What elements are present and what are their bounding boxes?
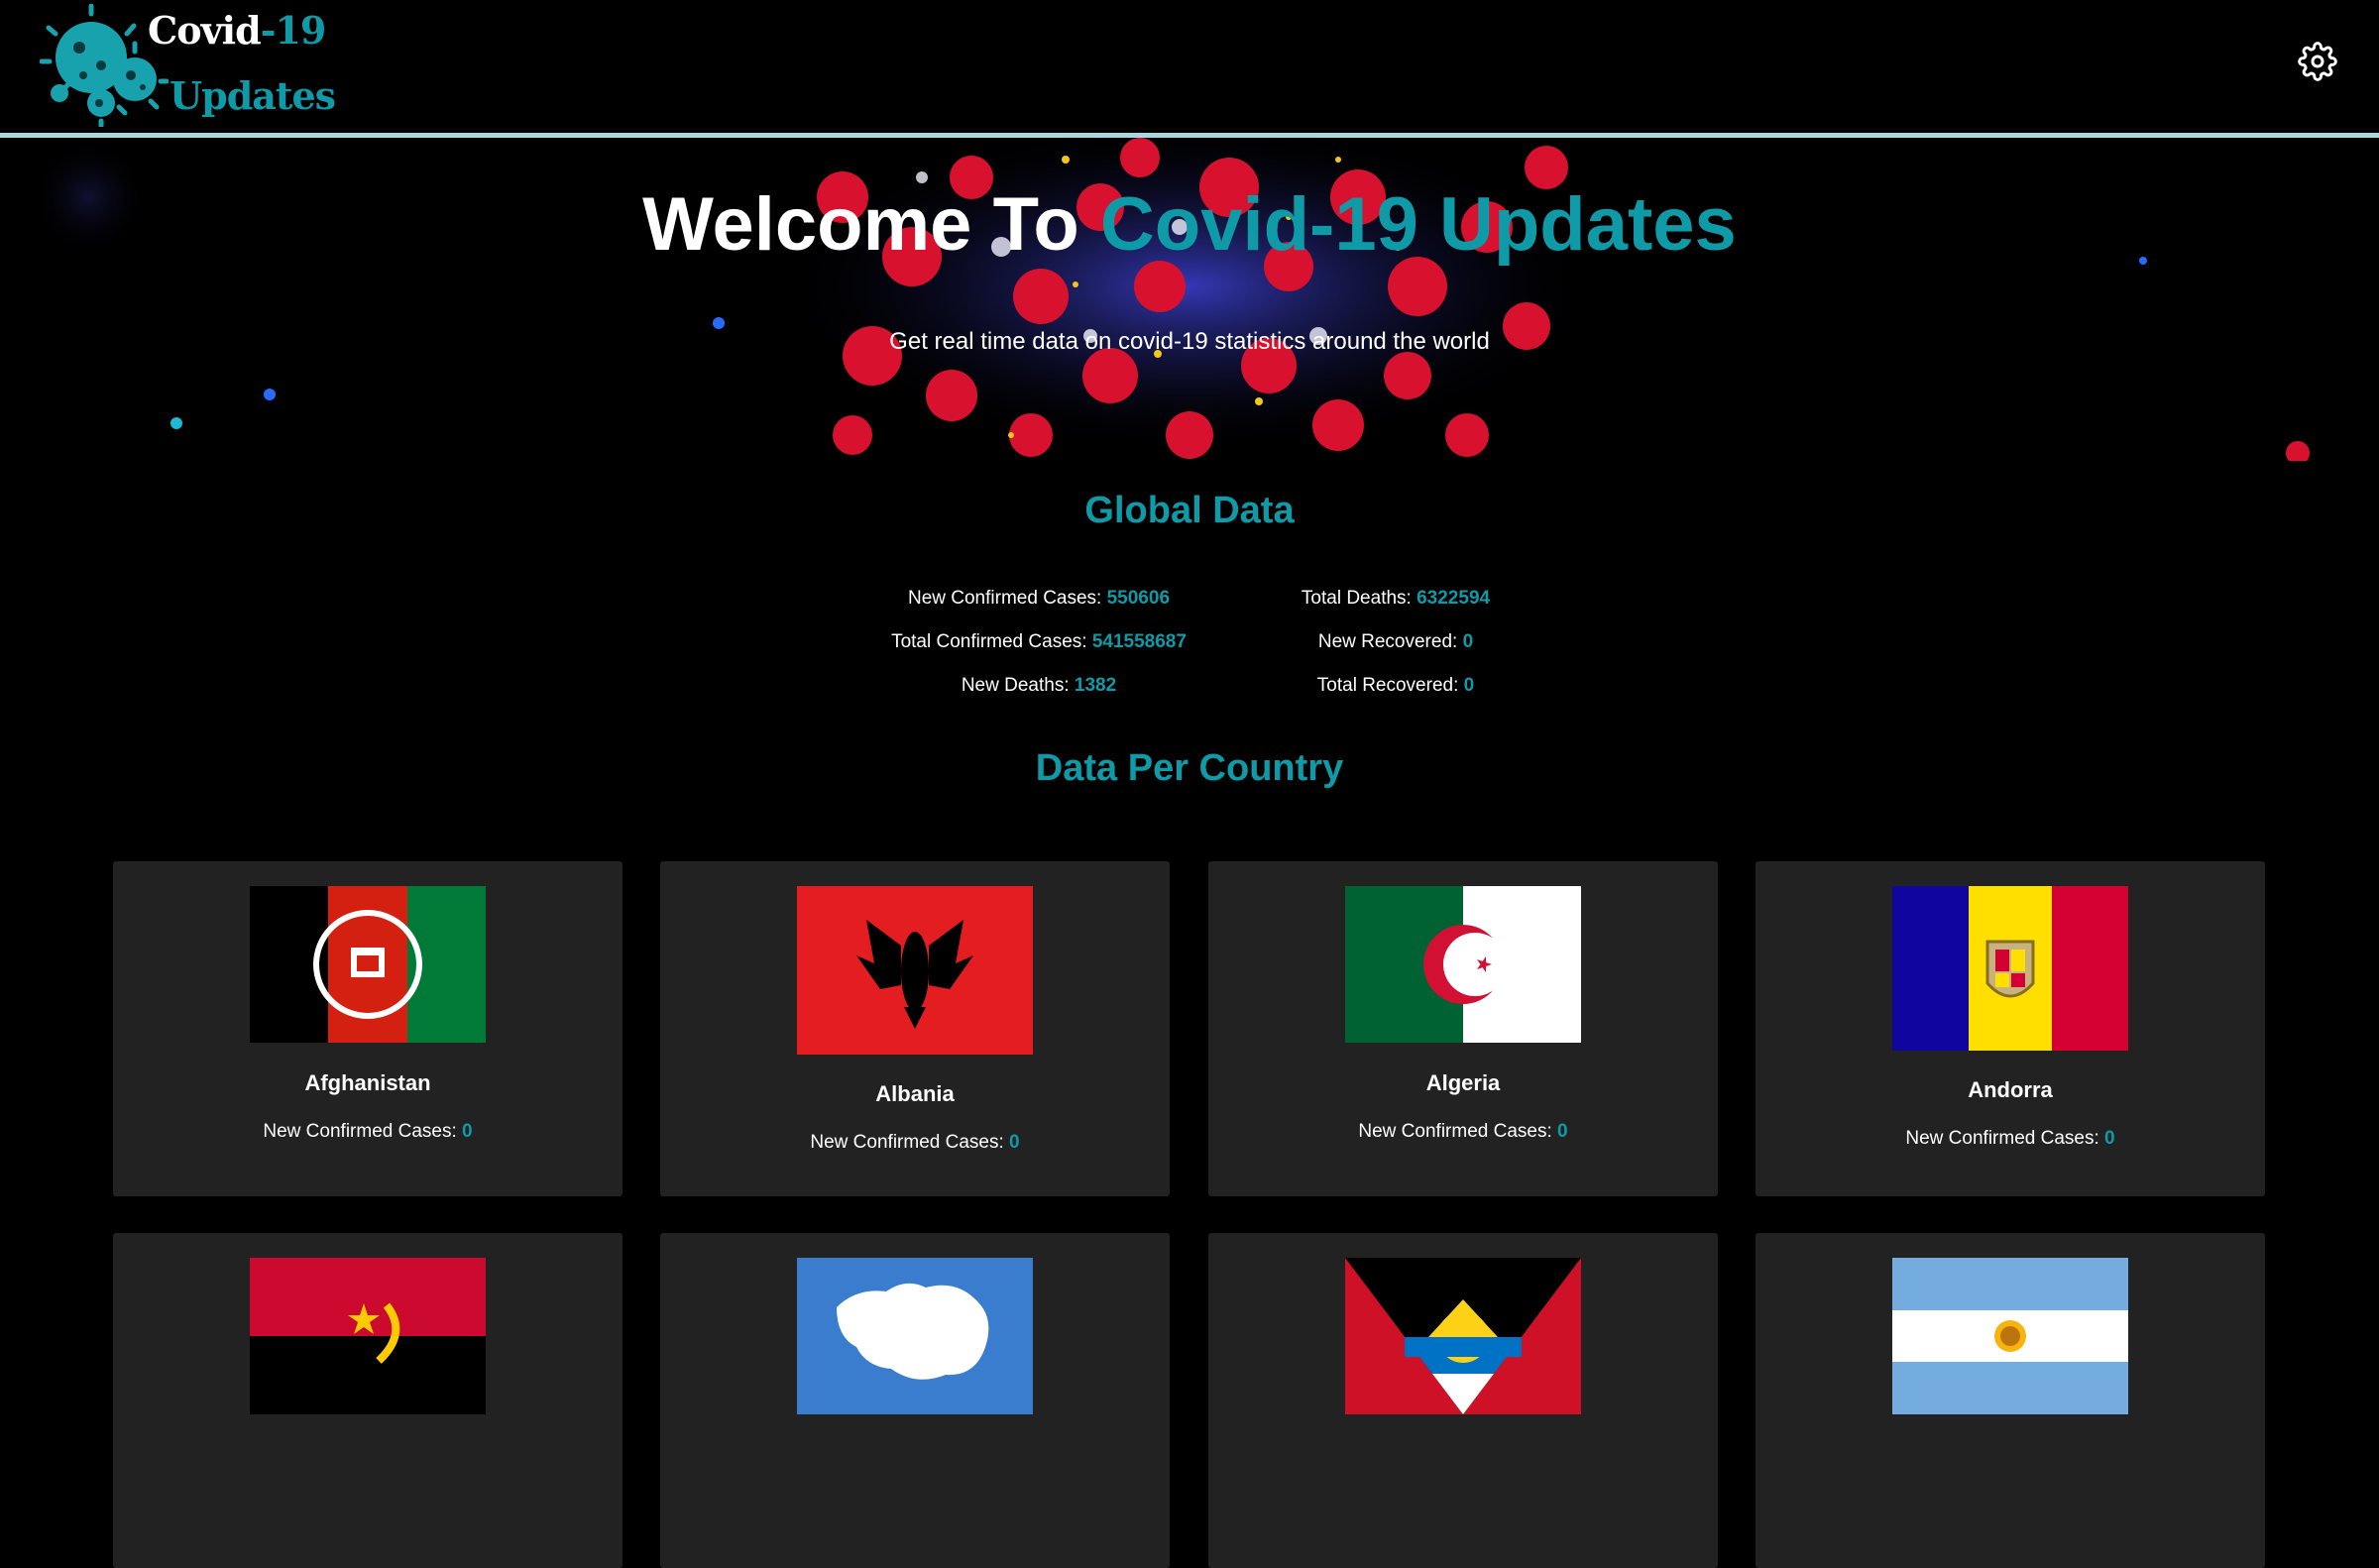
- country-cases: New Confirmed Cases: 0: [810, 1132, 1020, 1153]
- angola-flag: [250, 1258, 486, 1414]
- stat-total-recovered: Total Recovered: 0: [1316, 675, 1475, 696]
- antigua-and-barbuda-flag: [1345, 1258, 1581, 1414]
- country-card-antigua-and-barbuda[interactable]: [1208, 1233, 1718, 1568]
- country-data-heading: Data Per Country: [1035, 747, 1344, 789]
- hero-banner: Welcome To Covid-19 Updates Get real tim…: [0, 138, 2379, 461]
- afghanistan-flag: [250, 886, 486, 1043]
- stat-new-deaths: New Deaths: 1382: [961, 675, 1117, 696]
- hero-subtitle: Get real time data on covid-19 statistic…: [889, 328, 1490, 355]
- country-card-antarctica[interactable]: [660, 1233, 1170, 1568]
- stat-total-deaths: Total Deaths: 6322594: [1301, 588, 1491, 609]
- hero-title: Welcome To Covid-19 Updates: [642, 182, 1737, 267]
- logo-text-updates: Updates: [170, 73, 336, 118]
- country-name: Algeria: [1425, 1070, 1501, 1095]
- country-name: Afghanistan: [304, 1070, 431, 1095]
- global-data-heading: Global Data: [1084, 490, 1295, 531]
- argentina-flag: [1892, 1258, 2128, 1414]
- stat-new-recovered: New Recovered: 0: [1317, 631, 1474, 652]
- country-cases: New Confirmed Cases: 0: [1358, 1121, 1568, 1142]
- country-name: Andorra: [1968, 1077, 2053, 1102]
- stat-total-confirmed: Total Confirmed Cases: 541558687: [891, 631, 1187, 652]
- country-card-andorra[interactable]: Andorra New Confirmed Cases: 0: [1756, 861, 2265, 1196]
- top-navbar: Covid-19 Updates: [0, 0, 2379, 138]
- country-cases: New Confirmed Cases: 0: [1905, 1128, 2115, 1149]
- country-card-algeria[interactable]: Algeria New Confirmed Cases: 0: [1208, 861, 1718, 1196]
- albania-flag: [797, 886, 1033, 1055]
- stat-new-confirmed: New Confirmed Cases: 550606: [907, 588, 1171, 609]
- algeria-flag: [1345, 886, 1581, 1043]
- logo-text-covid: Covid-19: [148, 8, 326, 53]
- andorra-flag: [1892, 886, 2128, 1051]
- app-logo[interactable]: Covid-19 Updates: [40, 4, 336, 127]
- country-card-argentina[interactable]: [1756, 1233, 2265, 1568]
- settings-button[interactable]: [2298, 42, 2337, 81]
- country-card-albania[interactable]: Albania New Confirmed Cases: 0: [660, 861, 1170, 1196]
- country-name: Albania: [875, 1081, 955, 1106]
- country-card-afghanistan[interactable]: Afghanistan New Confirmed Cases: 0: [113, 861, 623, 1196]
- antarctica-flag: [797, 1258, 1033, 1414]
- gear-icon: [2298, 42, 2337, 81]
- country-card-angola[interactable]: [113, 1233, 623, 1568]
- country-cases: New Confirmed Cases: 0: [263, 1121, 473, 1142]
